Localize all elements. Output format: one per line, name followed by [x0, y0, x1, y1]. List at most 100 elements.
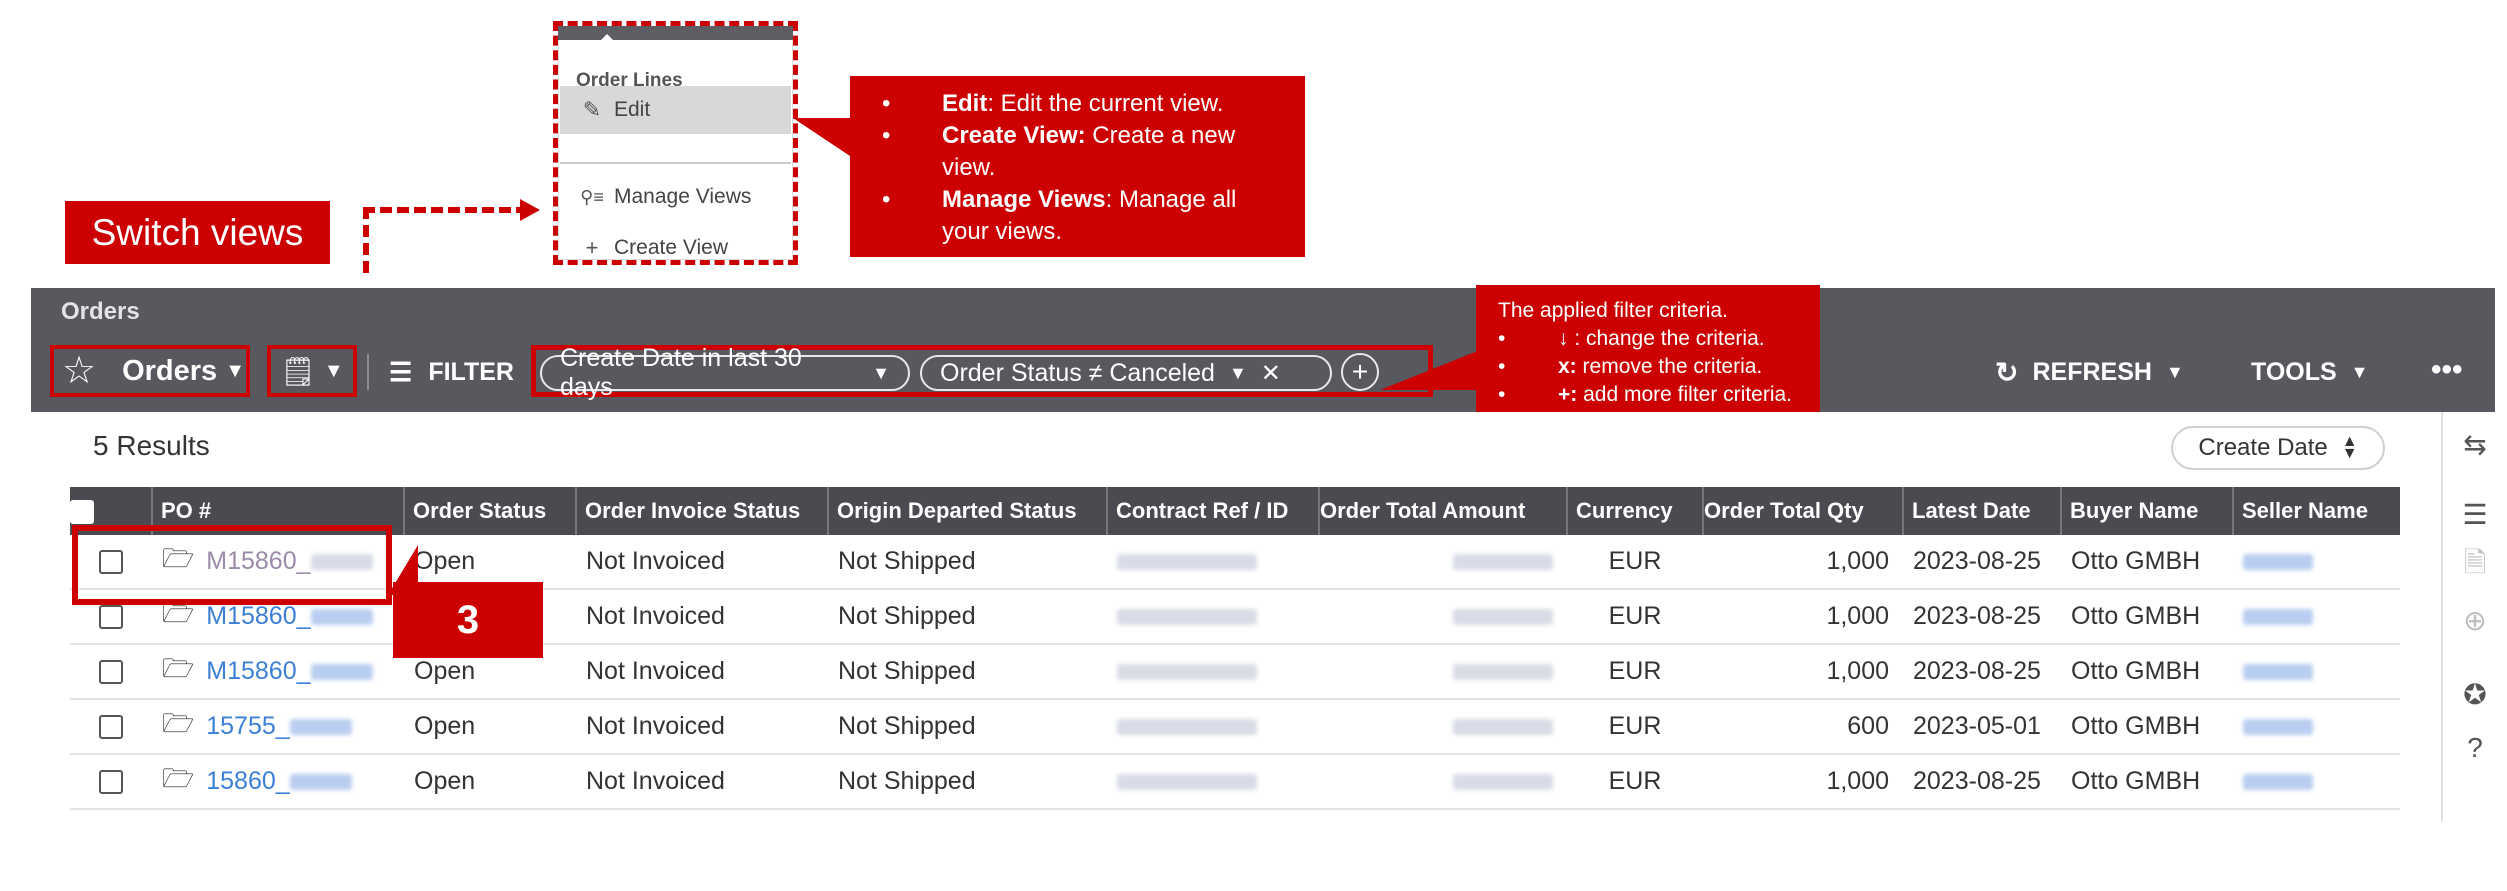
step-highlight-box	[72, 525, 392, 605]
column-header[interactable]: Order Status	[403, 487, 576, 535]
help-icon[interactable]: ?	[2457, 730, 2493, 766]
invoice-status-cell: Not Invoiced	[576, 589, 828, 645]
order-total-amount-cell	[1319, 644, 1567, 700]
table-row[interactable]: 🗁 15860_ Open Not Invoiced Not Shipped EU…	[70, 754, 2400, 810]
order-total-amount-cell	[1319, 589, 1567, 645]
callout-bullet: Create View: Create a new view.	[882, 120, 1285, 184]
more-options-icon[interactable]: •••	[2431, 350, 2463, 390]
callout-bullet: +: add more filter criteria.	[1498, 381, 1810, 409]
sort-button[interactable]: Create Date ▲ ▼	[2171, 426, 2385, 470]
contract-ref-cell	[1107, 644, 1319, 700]
column-header[interactable]: Order Total Qty	[1702, 487, 1903, 535]
po-link[interactable]: M15860_	[206, 657, 373, 686]
menu-item-edit[interactable]: ✎ Edit	[560, 86, 791, 134]
refresh-label: REFRESH	[2032, 357, 2152, 386]
row-checkbox[interactable]	[99, 770, 123, 795]
po-cell: 🗁 15860_	[152, 754, 404, 810]
sort-arrows-icon: ▲ ▼	[2341, 433, 2358, 462]
connector-arrow-head	[520, 199, 540, 221]
dashed-connector-vertical	[363, 207, 369, 273]
pencil-icon: ✎	[582, 97, 602, 122]
invoice-status-cell: Not Invoiced	[576, 644, 828, 700]
seller-name-cell	[2233, 589, 2400, 645]
departed-status-cell: Not Shipped	[828, 644, 1107, 700]
folder-icon: 🗁	[162, 762, 195, 793]
column-header[interactable]: Order Invoice Status	[575, 487, 828, 535]
column-header[interactable]: Latest Date	[1902, 487, 2061, 535]
invoice-status-cell: Not Invoiced	[576, 754, 828, 810]
row-checkbox[interactable]	[99, 660, 123, 685]
po-link[interactable]: 15755_	[206, 712, 352, 741]
zoom-in-icon[interactable]: ⊕	[2457, 602, 2493, 638]
caret-down-icon: ▼	[2350, 361, 2369, 382]
menu-item-label: Edit	[614, 98, 651, 121]
view-selector[interactable]: ☆ Orders ▼	[50, 345, 250, 397]
departed-status-cell: Not Shipped	[828, 699, 1107, 755]
order-total-qty-cell: 1,000	[1703, 589, 1903, 645]
order-total-qty-cell: 1,000	[1703, 535, 1903, 590]
departed-status-cell: Not Shipped	[828, 754, 1107, 810]
buyer-name-link[interactable]: Otto GMBH	[2061, 535, 2233, 590]
row-checkbox[interactable]	[99, 715, 123, 740]
order-total-qty-cell: 1,000	[1703, 754, 1903, 810]
refresh-button[interactable]: ↻ REFRESH ▼	[1995, 352, 2184, 392]
buyer-name-link[interactable]: Otto GMBH	[2061, 754, 2233, 810]
order-total-qty-cell: 600	[1703, 699, 1903, 755]
column-header[interactable]: Buyer Name	[2060, 487, 2233, 535]
invoice-status-cell: Not Invoiced	[576, 699, 828, 755]
refresh-icon: ↻	[1995, 356, 2019, 388]
callout-intro: The applied filter criteria.	[1498, 299, 1728, 322]
list-icon[interactable]: ☰	[2457, 496, 2493, 532]
seller-name-cell	[2233, 699, 2400, 755]
star-circle-icon[interactable]: ✪	[2457, 676, 2493, 712]
order-status-cell: Open	[404, 535, 576, 590]
row-select-cell	[70, 754, 152, 810]
column-header[interactable]: Currency	[1566, 487, 1703, 535]
star-icon[interactable]: ☆	[62, 352, 96, 390]
tools-button[interactable]: TOOLS ▼	[2251, 352, 2369, 392]
close-icon[interactable]: ✕	[1261, 359, 1281, 388]
menu-item-create-view[interactable]: + Create View	[560, 224, 791, 272]
column-header[interactable]: Order Total Amount	[1318, 487, 1567, 535]
column-header[interactable]: Contract Ref / ID	[1106, 487, 1319, 535]
row-checkbox[interactable]	[99, 605, 123, 630]
swap-icon[interactable]: ⇆	[2457, 426, 2493, 462]
add-filter-button[interactable]: +	[1341, 353, 1379, 391]
po-link[interactable]: M15860_	[206, 602, 373, 631]
buyer-name-link[interactable]: Otto GMBH	[2061, 644, 2233, 700]
latest-date-cell: 2023-05-01	[1903, 699, 2061, 755]
table-row[interactable]: 🗁M15860_ Open Not Invoiced Not Shipped E…	[70, 535, 2400, 590]
callout-bullet: Manage Views: Manage all your views.	[882, 184, 1285, 248]
row-select-cell	[70, 699, 152, 755]
filter-chip-label: Order Status ≠ Canceled	[940, 358, 1215, 387]
plus-icon: +	[585, 235, 599, 260]
filter-chip-create-date[interactable]: Create Date in last 30 days ▼	[540, 344, 910, 401]
select-all-checkbox[interactable]	[70, 500, 94, 525]
callout-bullet: ↓ : change the criteria.	[1498, 325, 1810, 353]
filter-chip-label: Create Date in last 30 days	[560, 344, 802, 401]
orders-header: Orders ☆ Orders ▼ 🗒 ▼ ☰ FILTER Create Da…	[31, 288, 2495, 412]
menu-item-manage-views[interactable]: ⚲≡ Manage Views	[560, 173, 791, 221]
view-options-button[interactable]: 🗒 ▼	[267, 345, 357, 397]
buyer-name-link[interactable]: Otto GMBH	[2061, 699, 2233, 755]
column-header[interactable]: Origin Departed Status	[827, 487, 1107, 535]
filter-chip-order-status[interactable]: Order Status ≠ Canceled ▼ ✕	[920, 355, 1332, 391]
callout-pointer	[1380, 350, 1480, 390]
contract-ref-cell	[1107, 535, 1319, 590]
table-row[interactable]: 🗁 15755_ Open Not Invoiced Not Shipped EU…	[70, 699, 2400, 755]
order-total-qty-cell: 1,000	[1703, 644, 1903, 700]
switch-views-label: Switch views	[65, 201, 330, 264]
filter-button[interactable]: ☰ FILTER	[389, 352, 514, 392]
row-select-cell	[70, 644, 152, 700]
invoice-status-cell: Not Invoiced	[576, 535, 828, 590]
caret-down-icon[interactable]: ▼	[872, 363, 890, 384]
document-search-icon[interactable]: 🗎	[2457, 547, 2493, 584]
caret-down-icon[interactable]: ▼	[1229, 363, 1247, 384]
buyer-name-link[interactable]: Otto GMBH	[2061, 589, 2233, 645]
column-header[interactable]: Seller Name	[2232, 487, 2400, 535]
order-total-amount-cell	[1319, 754, 1567, 810]
po-link[interactable]: 15860_	[206, 767, 352, 796]
menu-item-label: Manage Views	[614, 185, 752, 208]
contract-ref-cell	[1107, 589, 1319, 645]
latest-date-cell: 2023-08-25	[1903, 644, 2061, 700]
